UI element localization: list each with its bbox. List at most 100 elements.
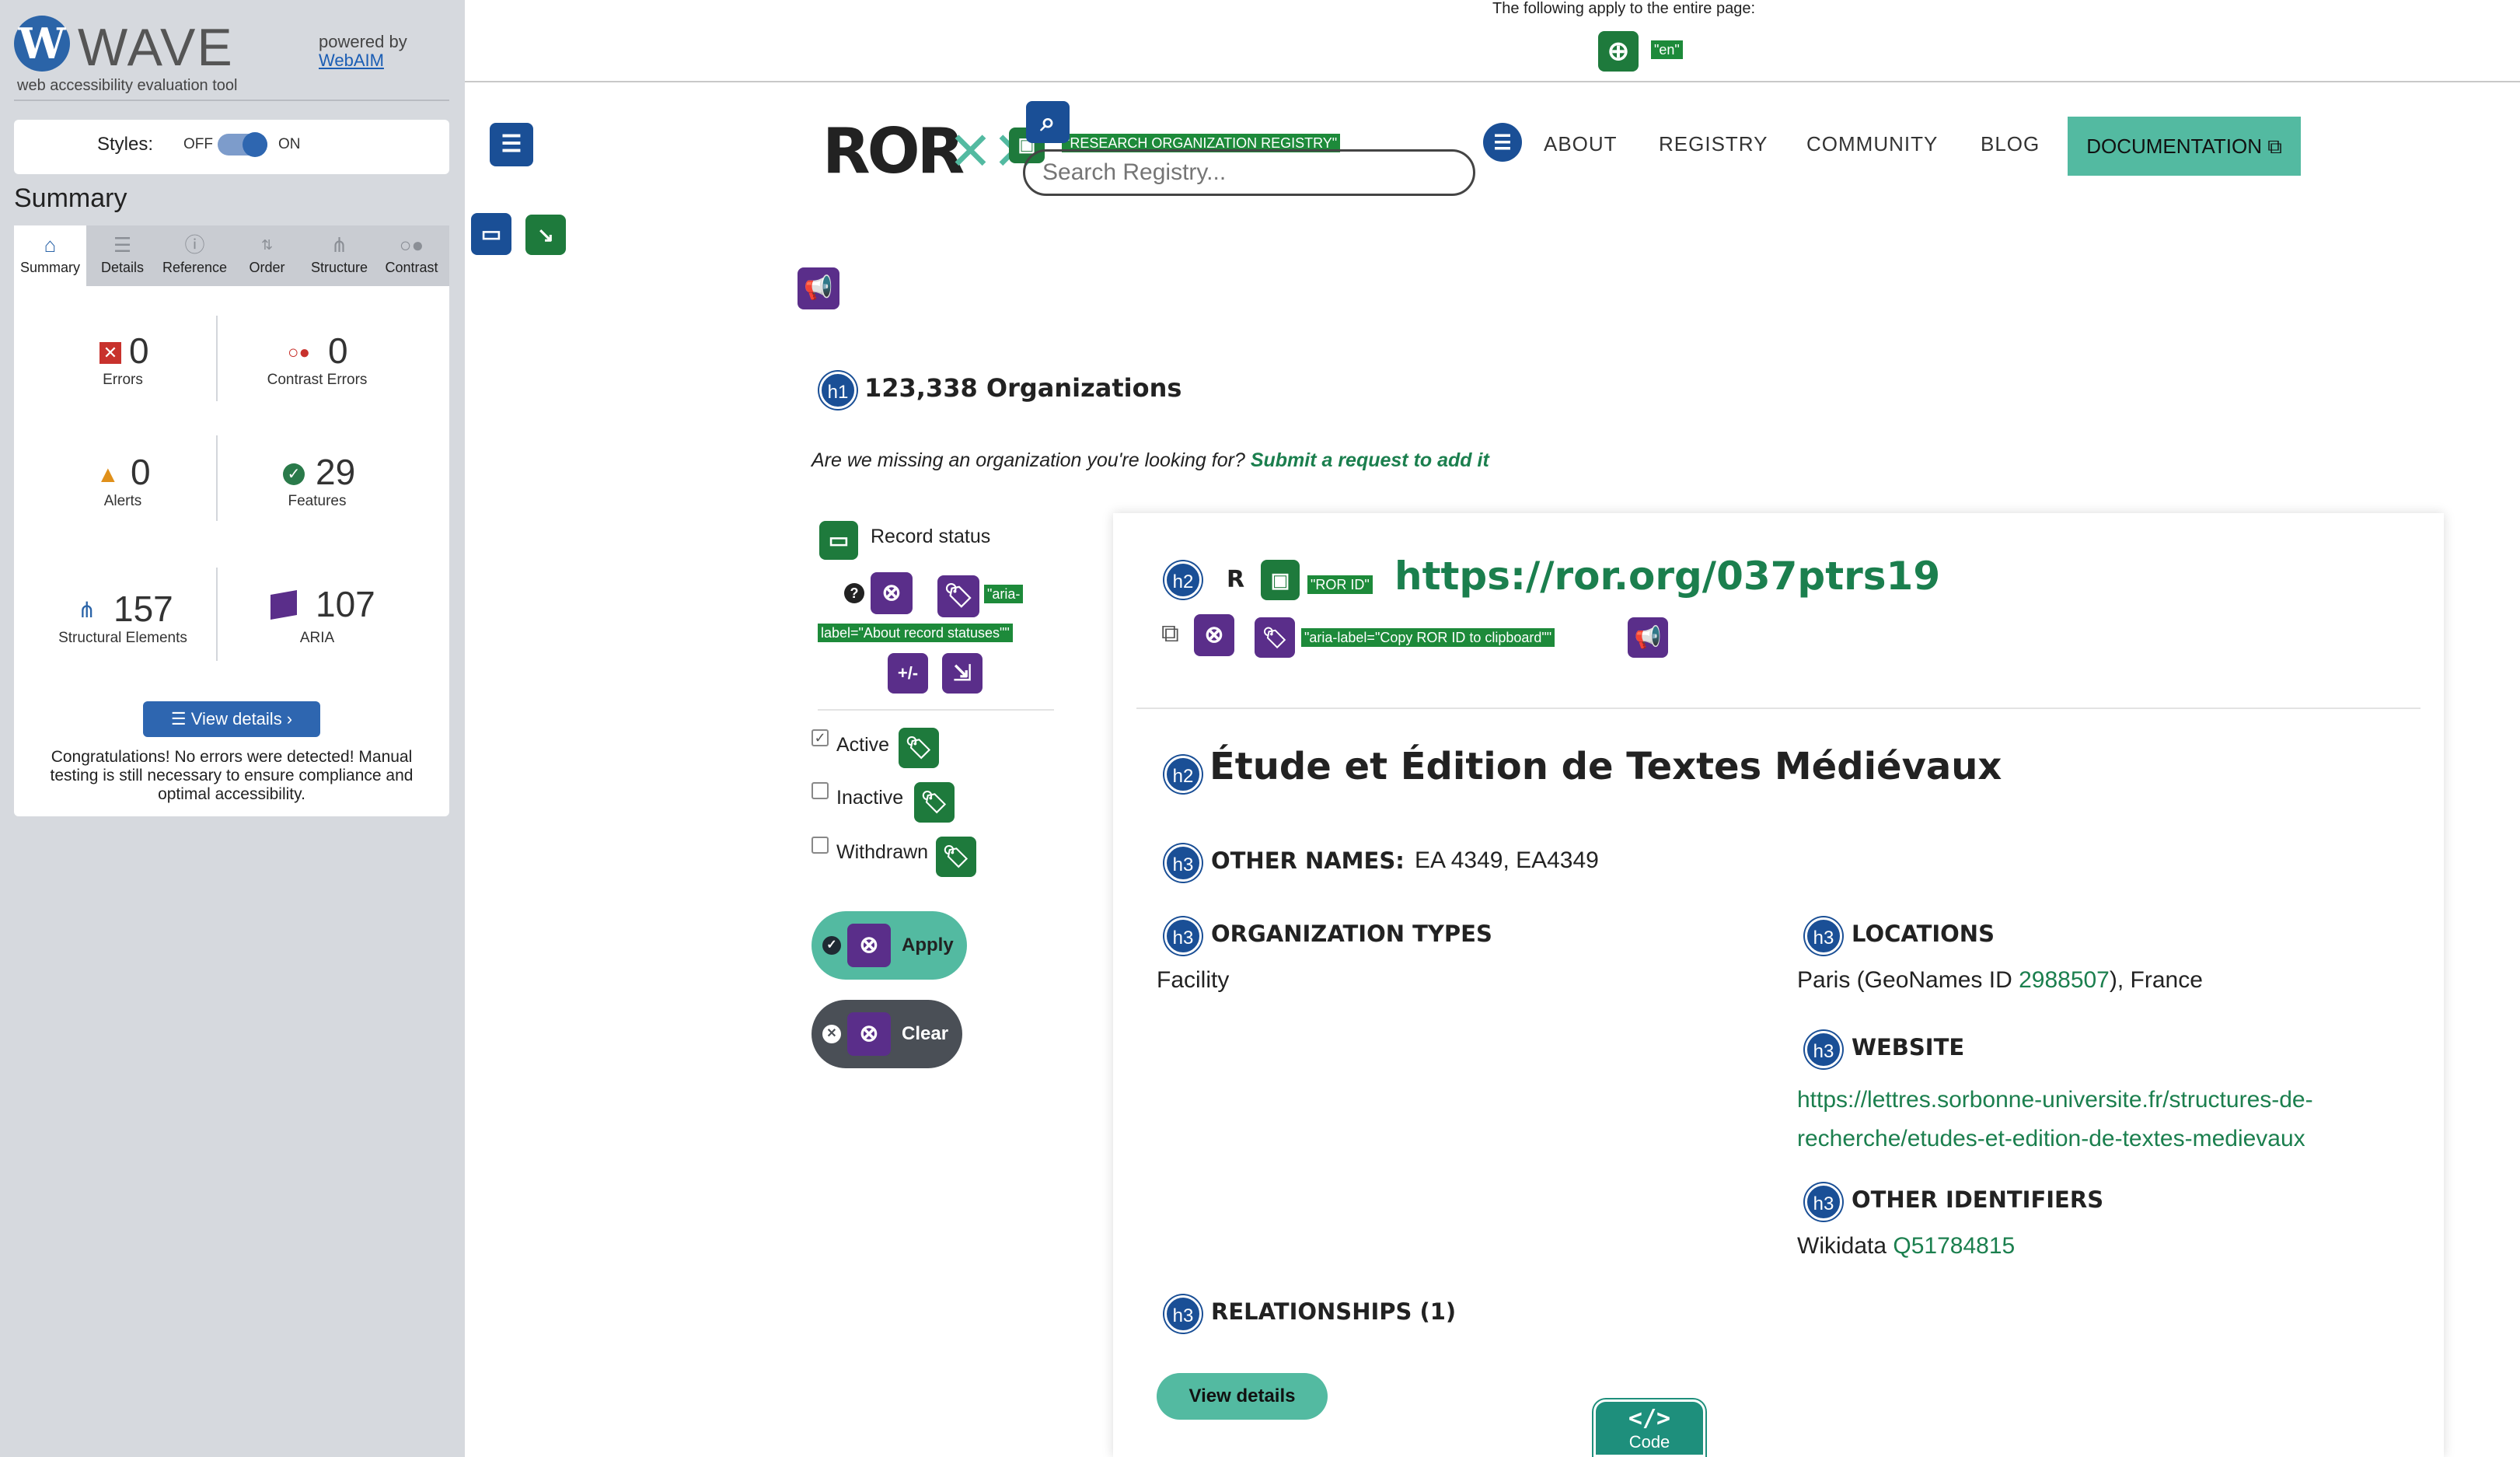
- help-icon[interactable]: ?: [844, 583, 864, 603]
- divider: [216, 435, 218, 521]
- search-input[interactable]: [1023, 149, 1475, 196]
- errors-label: Errors: [103, 372, 143, 388]
- nav-about[interactable]: ABOUT: [1544, 132, 1618, 156]
- active-checkbox[interactable]: ✓: [811, 729, 829, 746]
- wave-subtitle: web accessibility evaluation tool: [17, 77, 238, 94]
- code-tab[interactable]: </> Code: [1593, 1399, 1705, 1457]
- structural-count: 157: [113, 589, 173, 629]
- active-label: Active: [836, 734, 890, 756]
- h2-badge[interactable]: h2: [1164, 561, 1202, 599]
- aria-hidden-icon[interactable]: ⊗: [1194, 614, 1234, 656]
- h3-badge[interactable]: h3: [1164, 917, 1202, 955]
- nav-registry[interactable]: REGISTRY: [1659, 132, 1768, 156]
- contrast-errors-label: Contrast Errors: [267, 372, 368, 388]
- tab-summary[interactable]: ⌂ Summary: [14, 225, 86, 286]
- language-icon[interactable]: ⊕: [1598, 31, 1639, 72]
- withdrawn-label: Withdrawn: [836, 841, 929, 863]
- view-details-button[interactable]: ☰ View details ›: [143, 701, 320, 737]
- feature-check-icon: ✓: [283, 463, 305, 485]
- aria-controls-icon[interactable]: ⇲: [942, 653, 983, 694]
- label-icon[interactable]: 🏷: [936, 837, 976, 877]
- tab-contrast[interactable]: ○● Contrast: [375, 225, 448, 286]
- webaim-link[interactable]: WebAIM: [319, 51, 384, 70]
- aria-hidden-icon: ⊗: [847, 1012, 891, 1056]
- tab-label: Summary: [19, 260, 80, 275]
- location-suffix: ), France: [2109, 967, 2203, 993]
- h3-badge[interactable]: h3: [1164, 1295, 1202, 1333]
- h2-badge[interactable]: h2: [1164, 756, 1202, 793]
- org-type-value: Facility: [1157, 967, 1230, 993]
- clear-button[interactable]: ✕ ⊗ Clear: [811, 1000, 962, 1068]
- tab-details[interactable]: ☰ Details: [86, 225, 159, 286]
- page-notice: The following apply to the entire page:: [1492, 0, 1755, 17]
- header-landmark-icon[interactable]: ☰: [490, 123, 533, 166]
- wikidata-link[interactable]: Q51784815: [1893, 1233, 2015, 1259]
- structure-icon: ⋔: [78, 598, 96, 622]
- code-icon: </>: [1628, 1405, 1671, 1432]
- tab-label: Contrast: [385, 260, 438, 275]
- h1-badge[interactable]: h1: [819, 372, 857, 409]
- tab-label: Structure: [310, 260, 368, 275]
- aria-hidden-icon[interactable]: ⊗: [871, 572, 913, 614]
- home-icon: ⌂: [44, 233, 57, 257]
- documentation-button[interactable]: DOCUMENTATION ⧉: [2068, 117, 2301, 176]
- nav-blog[interactable]: BLOG: [1981, 132, 2040, 156]
- aria-label-icon[interactable]: 🏷: [937, 575, 979, 617]
- h3-badge[interactable]: h3: [1805, 1031, 1842, 1068]
- ror-url-link[interactable]: https://ror.org/037ptrs19: [1394, 554, 1940, 599]
- other-identifiers-heading: OTHER IDENTIFIERS: [1852, 1186, 2104, 1213]
- missing-org-text: Are we missing an organization you're lo…: [811, 449, 1489, 472]
- divider: [465, 81, 2520, 82]
- aria-label-text-1: "aria-: [984, 585, 1024, 603]
- website-link[interactable]: https://lettres.sorbonne-universite.fr/s…: [1797, 1081, 2313, 1158]
- divider: [14, 100, 449, 101]
- close-icon: ✕: [822, 1025, 841, 1043]
- ror-logo[interactable]: ROR: [822, 115, 965, 187]
- search-icon[interactable]: ⌕: [1026, 101, 1070, 143]
- view-details-button[interactable]: View details: [1157, 1373, 1328, 1420]
- aria-icon: [270, 590, 297, 620]
- tab-structure[interactable]: ⋔ Structure: [303, 225, 375, 286]
- submit-request-link[interactable]: Submit a request to add it: [1251, 449, 1489, 471]
- skip-link-icon[interactable]: ↘: [525, 215, 566, 255]
- contrast-error-icon: ○●: [288, 342, 310, 363]
- divider: [818, 709, 1054, 711]
- aria-live-icon[interactable]: 📢: [1628, 617, 1668, 658]
- wikidata-prefix: Wikidata: [1797, 1233, 1893, 1259]
- list-icon[interactable]: ☰: [1483, 123, 1522, 162]
- aria-live-icon[interactable]: 📢: [798, 267, 839, 309]
- aria-label-icon[interactable]: 🏷: [1255, 617, 1295, 658]
- h3-badge[interactable]: h3: [1805, 917, 1842, 955]
- tab-reference[interactable]: ⓘ Reference: [159, 225, 231, 286]
- contrast-icon: ○●: [399, 233, 424, 257]
- inactive-checkbox[interactable]: [811, 782, 829, 799]
- label-icon[interactable]: 🏷: [899, 728, 939, 768]
- organization-name: Étude et Édition de Textes Médiévaux: [1209, 745, 2002, 788]
- alerts-count: 0: [131, 452, 151, 492]
- label-icon[interactable]: 🏷: [914, 782, 955, 823]
- tab-order[interactable]: ⇅ Order: [231, 225, 303, 286]
- org-types-heading: ORGANIZATION TYPES: [1211, 921, 1492, 947]
- copy-icon[interactable]: ⧉: [1161, 619, 1179, 648]
- styles-off-label: OFF: [183, 136, 213, 152]
- tab-label: Reference: [162, 260, 228, 275]
- fieldset-icon[interactable]: ▭: [819, 521, 858, 560]
- styles-toggle-knob[interactable]: [243, 132, 267, 157]
- h3-badge[interactable]: h3: [1805, 1183, 1842, 1221]
- record-status-label: Record status: [871, 526, 991, 547]
- apply-button[interactable]: ✓ ⊗ Apply: [811, 911, 967, 980]
- apply-label: Apply: [902, 935, 954, 956]
- nav-community[interactable]: COMMUNITY: [1806, 132, 1938, 156]
- error-icon: ✕: [99, 342, 121, 364]
- aria-expanded-icon[interactable]: +/-: [888, 653, 928, 694]
- tab-label: Order: [249, 260, 285, 275]
- withdrawn-checkbox[interactable]: [811, 837, 829, 854]
- h3-badge[interactable]: h3: [1164, 844, 1202, 882]
- main-landmark-icon[interactable]: ▭: [471, 213, 511, 255]
- external-link-icon: ⧉: [2267, 135, 2282, 158]
- ror-id-alt-label: "ROR ID": [1307, 575, 1373, 594]
- tab-label: Details: [100, 260, 145, 275]
- image-icon[interactable]: ▣: [1261, 560, 1300, 600]
- powered-by-text: powered by: [319, 32, 407, 51]
- geonames-link[interactable]: 2988507: [2019, 967, 2110, 993]
